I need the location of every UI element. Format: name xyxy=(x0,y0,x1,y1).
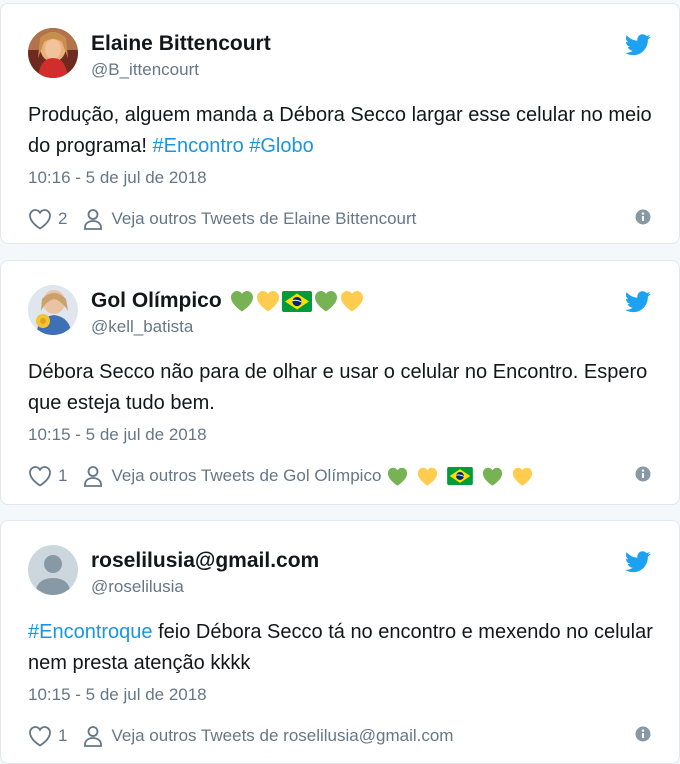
tweet-actions: 1 Veja outros Tweets de Gol Olímpico gree… xyxy=(28,463,658,489)
user-handle[interactable]: @roselilusia xyxy=(91,577,184,597)
heart-outline-icon xyxy=(28,465,52,487)
tweet-timestamp[interactable]: 10:15 - 5 de jul de 2018 xyxy=(28,685,207,705)
user-handle[interactable]: @B_ittencourt xyxy=(91,60,199,80)
person-outline-icon xyxy=(83,208,111,230)
see-other-tweets-link[interactable]: Veja outros Tweets de roselilusia@gmail.… xyxy=(83,725,453,747)
tweet-text: #Encontroque feio Débora Secco tá no enc… xyxy=(28,617,658,679)
like-count: 2 xyxy=(58,209,68,228)
see-other-tweets-link[interactable]: Veja outros Tweets de Gol Olímpico green-… xyxy=(83,465,541,487)
twitter-bird-icon[interactable] xyxy=(625,551,651,573)
tweet-actions: 1 Veja outros Tweets de roselilusia@gmai… xyxy=(28,723,658,749)
tweet-card[interactable]: Gol Olímpico green-heartyellow-heartbrazi… xyxy=(0,260,680,505)
see-other-tweets-label: Veja outros Tweets de Elaine Bittencourt xyxy=(111,209,417,228)
hashtag-link[interactable]: #Encontro xyxy=(153,135,244,157)
like-count: 1 xyxy=(58,726,68,745)
like-count: 1 xyxy=(58,466,68,485)
name-emoji-group: green-heartyellow-heartbrazil-flaggreen-… xyxy=(230,289,364,313)
person-outline-icon xyxy=(83,465,111,487)
see-other-tweets-label: Veja outros Tweets de Gol Olímpico xyxy=(111,466,382,485)
display-name-row[interactable]: Gol Olímpico green-heartyellow-heartbrazi… xyxy=(91,289,364,313)
see-other-tweets-link[interactable]: Veja outros Tweets de Elaine Bittencourt xyxy=(83,208,416,230)
hashtag-link[interactable]: #Encontroque xyxy=(28,621,153,643)
heart-outline-icon xyxy=(28,725,52,747)
see-other-tweets-label: Veja outros Tweets de roselilusia@gmail.… xyxy=(111,726,454,745)
info-circle-icon[interactable] xyxy=(635,726,651,742)
user-handle[interactable]: @kell_batista xyxy=(91,317,193,337)
twitter-bird-icon[interactable] xyxy=(625,291,651,313)
twitter-bird-icon[interactable] xyxy=(625,34,651,56)
tweet-text: Débora Secco não para de olhar e usar o … xyxy=(28,357,658,419)
like-button[interactable]: 1 xyxy=(28,465,83,487)
person-outline-icon xyxy=(83,725,111,747)
display-name-row[interactable]: Elaine Bittencourt xyxy=(91,32,271,56)
tweet-text-segment: Débora Secco não para de olhar e usar o … xyxy=(28,361,648,414)
avatar[interactable] xyxy=(28,28,78,78)
like-button[interactable]: 1 xyxy=(28,725,83,747)
tweet-text: Produção, alguem manda a Débora Secco la… xyxy=(28,100,658,162)
like-button[interactable]: 2 xyxy=(28,208,83,230)
display-name[interactable]: Elaine Bittencourt xyxy=(91,32,271,56)
tweet-text-segment: Produção, alguem manda a Débora Secco la… xyxy=(28,104,652,157)
tweet-card[interactable]: roselilusia@gmail.com @roselilusia #Enco… xyxy=(0,520,680,764)
display-name[interactable]: Gol Olímpico xyxy=(91,289,222,313)
info-circle-icon[interactable] xyxy=(635,466,651,482)
heart-outline-icon xyxy=(28,208,52,230)
info-circle-icon[interactable] xyxy=(635,209,651,225)
tweet-timestamp[interactable]: 10:16 - 5 de jul de 2018 xyxy=(28,168,207,188)
hashtag-link[interactable]: #Globo xyxy=(249,135,314,157)
avatar[interactable] xyxy=(28,285,78,335)
display-name[interactable]: roselilusia@gmail.com xyxy=(91,549,319,573)
tweet-card[interactable]: Elaine Bittencourt @B_ittencourt Produçã… xyxy=(0,3,680,244)
tweet-timestamp[interactable]: 10:15 - 5 de jul de 2018 xyxy=(28,425,207,445)
display-name-row[interactable]: roselilusia@gmail.com xyxy=(91,549,319,573)
name-emoji-group: green-heartyellow-heartbrazil-flaggreen-… xyxy=(387,466,541,487)
tweet-actions: 2 Veja outros Tweets de Elaine Bittencou… xyxy=(28,206,658,232)
avatar[interactable] xyxy=(28,545,78,595)
